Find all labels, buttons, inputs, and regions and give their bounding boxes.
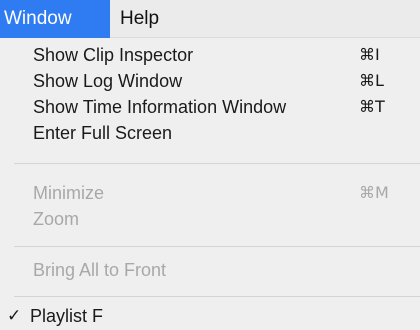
menu-item-zoom: Zoom (0, 205, 420, 233)
menubar-window[interactable]: Window (0, 0, 110, 38)
shortcut-label: ⌘T (359, 97, 385, 116)
menu-bar: Window Help (0, 0, 420, 38)
window-menu-dropdown: Show Clip Inspector ⌘I Show Log Window ⌘… (0, 38, 420, 329)
menu-item-show-clip-inspector[interactable]: Show Clip Inspector ⌘I (0, 41, 420, 69)
shortcut-label: ⌘M (359, 183, 389, 202)
menu-item-bring-all-to-front: Bring All to Front (0, 256, 420, 284)
menu-item-show-time-information-window[interactable]: Show Time Information Window ⌘T (0, 93, 420, 121)
menu-separator (14, 246, 420, 247)
menu-item-show-log-window[interactable]: Show Log Window ⌘L (0, 67, 420, 95)
checkmark-icon: ✓ (7, 306, 22, 326)
shortcut-label: ⌘L (359, 71, 384, 90)
menu-separator (14, 296, 420, 297)
menu-item-label: Show Log Window (33, 71, 183, 91)
menu-item-label: Bring All to Front (33, 260, 167, 280)
menu-item-label: Playlist F (30, 306, 104, 326)
shortcut-label: ⌘I (359, 45, 380, 64)
menubar-help[interactable]: Help (110, 0, 180, 38)
menu-separator (14, 163, 420, 164)
menu-item-label: Enter Full Screen (33, 123, 173, 143)
menu-item-label: Zoom (33, 209, 80, 229)
menu-item-label: Show Clip Inspector (33, 45, 194, 65)
menu-item-enter-full-screen[interactable]: Enter Full Screen (0, 119, 420, 147)
menu-item-label: Minimize (33, 183, 105, 203)
menu-item-minimize: Minimize ⌘M (0, 179, 420, 207)
menu-item-playlist-f[interactable]: ✓ Playlist F (0, 302, 420, 330)
menu-item-label: Show Time Information Window (33, 97, 287, 117)
